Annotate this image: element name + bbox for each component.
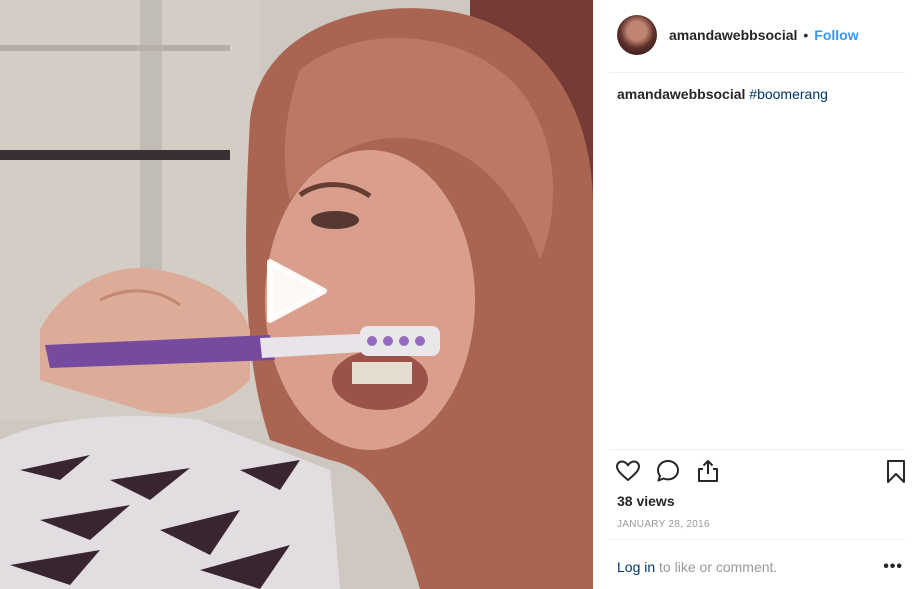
share-upload-icon[interactable] <box>695 458 721 484</box>
comment-bubble-icon[interactable] <box>655 458 681 484</box>
avatar[interactable] <box>617 15 657 55</box>
post-date[interactable]: JANUARY 28, 2016 <box>617 519 710 530</box>
play-button[interactable] <box>264 258 330 324</box>
views-count[interactable]: 38 views <box>617 493 675 509</box>
caption-username-link[interactable]: amandawebbsocial <box>617 86 745 102</box>
footer-divider <box>609 539 905 540</box>
post-details-panel: amandawebbsocial • Follow amandawebbsoci… <box>593 0 923 589</box>
post-header: amandawebbsocial • Follow <box>617 14 903 56</box>
action-bar <box>615 458 909 488</box>
login-prompt: Log in to like or comment. <box>617 559 777 575</box>
heart-icon[interactable] <box>615 458 641 484</box>
post-media-video[interactable] <box>0 0 593 589</box>
hashtag-link[interactable]: #boomerang <box>749 86 828 102</box>
caption: amandawebbsocial #boomerang <box>617 86 828 102</box>
separator-dot: • <box>803 27 809 43</box>
username-link[interactable]: amandawebbsocial <box>669 27 797 43</box>
bookmark-icon[interactable] <box>883 458 909 484</box>
actions-divider <box>609 449 905 450</box>
header-divider <box>609 72 905 73</box>
play-icon <box>267 259 327 323</box>
login-link[interactable]: Log in <box>617 559 655 575</box>
more-dots-icon[interactable]: ••• <box>883 558 903 576</box>
login-prompt-text: to like or comment. <box>655 559 778 575</box>
follow-button[interactable]: Follow <box>814 27 858 43</box>
